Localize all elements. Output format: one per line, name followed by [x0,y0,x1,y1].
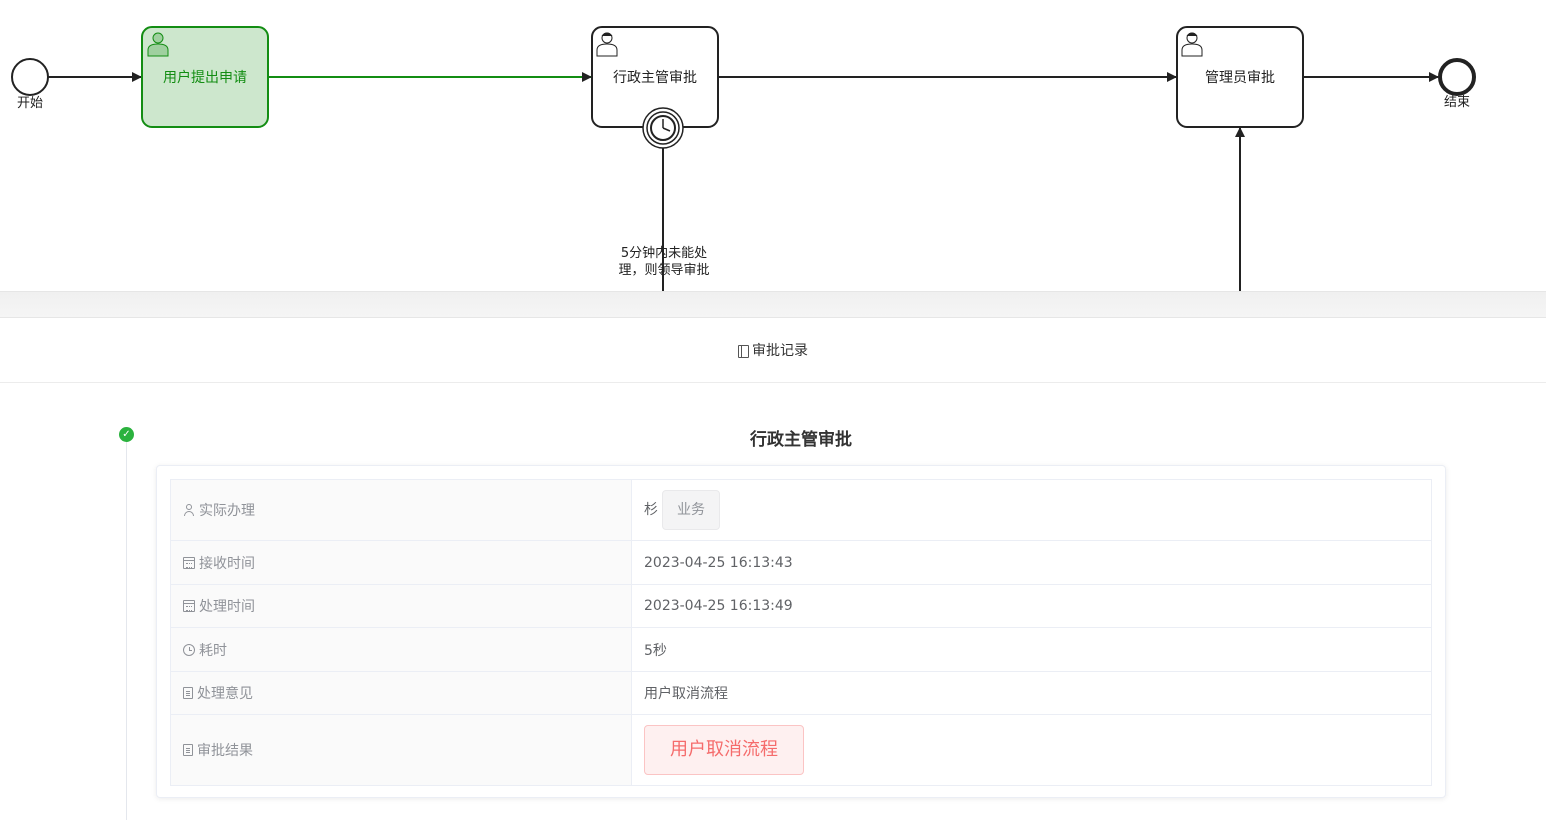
table-row: 处理时间 2023-04-25 16:13:49 [170,584,1432,628]
user-icon [183,504,195,516]
task-label: 用户提出申请 [163,69,247,86]
calendar-icon [183,600,195,612]
row-label: 处理时间 [170,584,632,628]
process-diagram[interactable]: 开始 用户提出申请 行政主管审批 5分钟内未能处 理，则领导审批 管理员审批 结… [0,0,1546,292]
timeline-line [126,440,127,820]
department-tag: 业务 [662,490,720,530]
row-label: 接收时间 [170,540,632,585]
handler-name: 杉 [644,502,658,518]
table-row: 审批结果 用户取消流程 [170,714,1432,786]
table-row: 接收时间 2023-04-25 16:13:43 [170,540,1432,585]
end-event-label: 结束 [1444,95,1470,110]
clock-icon [650,115,676,141]
opinion-value: 用户取消流程 [631,671,1432,715]
opinion-label: 处理意见 [197,686,253,702]
task-label: 行政主管审批 [613,70,697,86]
table-row: 耗时 5秒 [170,627,1432,672]
clock-icon [183,643,195,656]
start-event[interactable] [11,58,49,96]
task-user-apply[interactable]: 用户提出申请 [141,26,269,128]
row-value: 用户取消流程 [631,714,1432,786]
result-tag: 用户取消流程 [644,725,804,775]
receive-time-value: 2023-04-25 16:13:43 [631,540,1432,585]
timeline-node-title: 行政主管审批 [750,430,852,450]
task-manager-review[interactable]: 管理员审批 [1176,26,1304,128]
approval-record-header: 审批记录 [0,318,1546,383]
duration-value: 5秒 [631,627,1432,672]
task-label: 管理员审批 [1205,70,1275,86]
row-label: 处理意见 [170,671,632,715]
panel-divider[interactable] [0,291,1546,318]
table-row: 处理意见 用户取消流程 [170,671,1432,715]
approval-record-title: 审批记录 [752,343,808,359]
timer-flow-label: 5分钟内未能处 [621,245,707,261]
row-label: 实际办理 [170,479,632,541]
result-label: 审批结果 [197,743,253,759]
end-event[interactable] [1438,58,1476,96]
duration-label: 耗时 [199,642,227,659]
handler-label: 实际办理 [199,503,255,519]
calendar-icon [183,556,195,569]
document-icon [183,744,193,756]
timer-flow-label: 理，则领导审批 [618,263,709,278]
approval-details-table: 实际办理 杉业务 接收时间 2023-04-25 16:13:43 处理时间 2… [170,479,1432,786]
document-icon [738,344,749,358]
row-label: 审批结果 [170,714,632,786]
row-value: 杉业务 [631,479,1432,541]
receive-time-label: 接收时间 [199,555,255,572]
document-icon [183,687,193,699]
start-event-label: 开始 [17,96,43,111]
approval-detail-card: 实际办理 杉业务 接收时间 2023-04-25 16:13:43 处理时间 2… [156,465,1446,798]
process-time-value: 2023-04-25 16:13:49 [631,584,1432,628]
process-time-label: 处理时间 [199,599,255,615]
row-label: 耗时 [170,627,632,672]
table-row: 实际办理 杉业务 [170,479,1432,541]
check-circle-icon: ✓ [119,427,134,442]
timer-boundary-event[interactable] [642,107,684,149]
